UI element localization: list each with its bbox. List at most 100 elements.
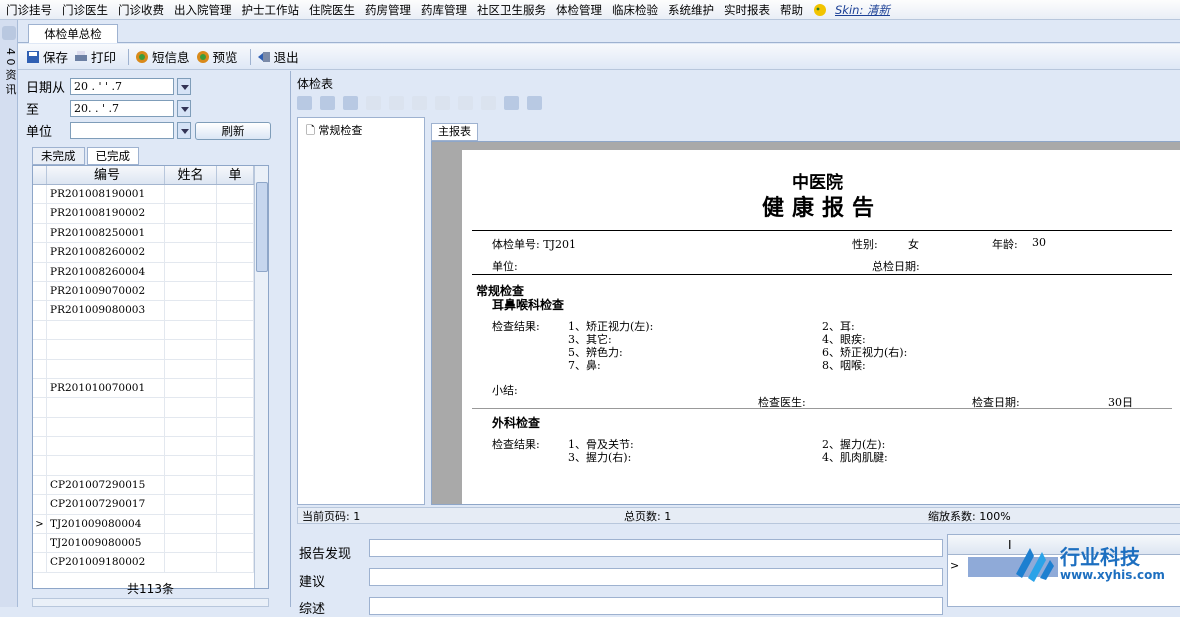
date-from-field[interactable]: 20 . ' ' .7	[70, 78, 174, 95]
table-row[interactable]: CP201007290015	[33, 475, 268, 496]
row-indicator	[33, 475, 47, 495]
menu-item[interactable]: 系统维护	[668, 2, 714, 18]
save-button[interactable]: 保存	[26, 47, 68, 66]
table-row[interactable]: PR201009070002	[33, 281, 268, 302]
exit-button[interactable]: 退出	[257, 47, 299, 66]
report-panel: 体检表 🗋 常规检查 主报表 中医院 健康报告 体检单号: TJ201 性别: …	[290, 71, 1180, 617]
table-row[interactable]	[33, 417, 268, 438]
menu-item[interactable]: 出入院管理	[174, 2, 232, 18]
news-label[interactable]: 4 0 资 讯	[2, 48, 18, 95]
date-to-dropdown[interactable]	[177, 100, 191, 117]
summary-input[interactable]	[369, 597, 943, 615]
header-id[interactable]: 编号	[47, 166, 165, 184]
cell-id: TJ201009080004	[47, 514, 165, 534]
cell-id	[47, 398, 165, 417]
tab-main-report[interactable]: 主报表	[431, 123, 478, 141]
scroll-thumb[interactable]	[256, 182, 268, 272]
menu-item[interactable]: 社区卫生服务	[477, 2, 546, 18]
unit-field[interactable]	[70, 122, 174, 139]
cell-name	[165, 378, 217, 398]
menu-item[interactable]: 门诊挂号	[6, 2, 52, 18]
cell-id: TJ201009080005	[47, 534, 165, 553]
last-page-icon[interactable]	[435, 96, 450, 110]
find-icon[interactable]	[504, 96, 519, 110]
header-unit[interactable]: 单	[217, 166, 254, 184]
table-row[interactable]: CP201007290017	[33, 495, 268, 515]
menu-item[interactable]: 帮助	[780, 2, 803, 18]
finding-label: 报告发现	[299, 547, 352, 562]
refresh-icon[interactable]	[320, 96, 335, 110]
refresh-button[interactable]: 刷新	[195, 121, 271, 140]
table-row[interactable]	[33, 398, 268, 418]
age-label: 年龄:	[992, 238, 1018, 251]
skin-icon[interactable]	[813, 3, 827, 17]
grid-vertical-scrollbar[interactable]	[254, 166, 268, 588]
tree-item-routine-exam[interactable]: 🗋 常规检查	[306, 122, 362, 141]
export-icon[interactable]	[297, 96, 312, 110]
table-row[interactable]	[33, 437, 268, 457]
table-row[interactable]: PR201008260002	[33, 243, 268, 263]
date-from-dropdown[interactable]	[177, 78, 191, 95]
table-row[interactable]: PR201008190002	[33, 204, 268, 224]
row-indicator	[33, 243, 47, 262]
tree-toggle-icon[interactable]	[343, 96, 358, 110]
prev-page-icon[interactable]	[389, 96, 404, 110]
print-icon	[75, 50, 88, 61]
menu-item[interactable]: 临床检验	[612, 2, 658, 18]
date-to-field[interactable]: 20. . ' .7	[70, 100, 174, 117]
menu-item[interactable]: 门诊医生	[62, 2, 108, 18]
table-row[interactable]: PR201008250001	[33, 223, 268, 244]
header-name[interactable]: 姓名	[165, 166, 217, 184]
preview-button[interactable]: 预览	[196, 47, 238, 66]
table-row[interactable]: PR201009080003	[33, 301, 268, 321]
table-row[interactable]: > TJ201009080004	[33, 514, 268, 535]
grid-horizontal-scrollbar[interactable]	[32, 598, 269, 607]
page-setup-icon[interactable]	[458, 96, 473, 110]
cell-id: PR201009070002	[47, 281, 165, 301]
table-row[interactable]	[33, 340, 268, 360]
row-indicator	[33, 456, 47, 475]
tab-complete[interactable]: 已完成	[86, 147, 139, 165]
menu-item[interactable]: 实时报表	[724, 2, 770, 18]
table-row[interactable]: TJ201009080005	[33, 534, 268, 554]
menu-item[interactable]: 药库管理	[421, 2, 467, 18]
menu-item[interactable]: 体检管理	[556, 2, 602, 18]
row-indicator	[33, 185, 47, 204]
table-row[interactable]	[33, 456, 268, 476]
next-page-icon[interactable]	[412, 96, 427, 110]
grid-count: 共113条	[127, 582, 174, 596]
menu-item[interactable]: 药房管理	[365, 2, 411, 18]
tab-exam-summary[interactable]: 体检单总检	[28, 24, 118, 43]
menu-item[interactable]: 门诊收费	[118, 2, 164, 18]
exam-item: 4、肌肉肌腱:	[822, 451, 888, 464]
print-button[interactable]: 打印	[74, 47, 116, 66]
header-rule	[472, 230, 1172, 231]
first-page-icon[interactable]	[366, 96, 381, 110]
find-next-icon[interactable]	[527, 96, 542, 110]
cell-id	[47, 359, 165, 378]
age-value: 30	[1032, 236, 1046, 249]
table-row[interactable]: PR201008260004	[33, 262, 268, 282]
home-icon[interactable]	[2, 26, 16, 40]
table-row[interactable]: PR201008190001	[33, 185, 268, 205]
advice-input[interactable]	[369, 568, 943, 586]
close-preview-icon[interactable]	[481, 96, 496, 110]
cell-id	[47, 320, 165, 340]
tab-incomplete[interactable]: 未完成	[32, 147, 85, 165]
cell-id: CP201007290015	[47, 475, 165, 495]
logo-name: 行业科技	[1060, 545, 1140, 569]
table-row[interactable]: PR201010070001	[33, 378, 268, 399]
sms-button[interactable]: 短信息	[135, 47, 190, 66]
cell-name	[165, 185, 217, 204]
unit-dropdown[interactable]	[177, 122, 191, 139]
menu-item[interactable]: 住院医生	[309, 2, 355, 18]
table-row[interactable]	[33, 320, 268, 341]
skin-link[interactable]: Skin: 清新	[835, 2, 890, 18]
finding-input[interactable]	[369, 539, 943, 557]
row-indicator	[33, 534, 47, 553]
menu-item[interactable]: 护士工作站	[242, 2, 300, 18]
exam-item: 7、鼻:	[568, 359, 601, 372]
table-row[interactable]: CP201009180002	[33, 553, 268, 573]
exam-item: 8、咽喉:	[822, 359, 866, 372]
table-row[interactable]	[33, 359, 268, 379]
